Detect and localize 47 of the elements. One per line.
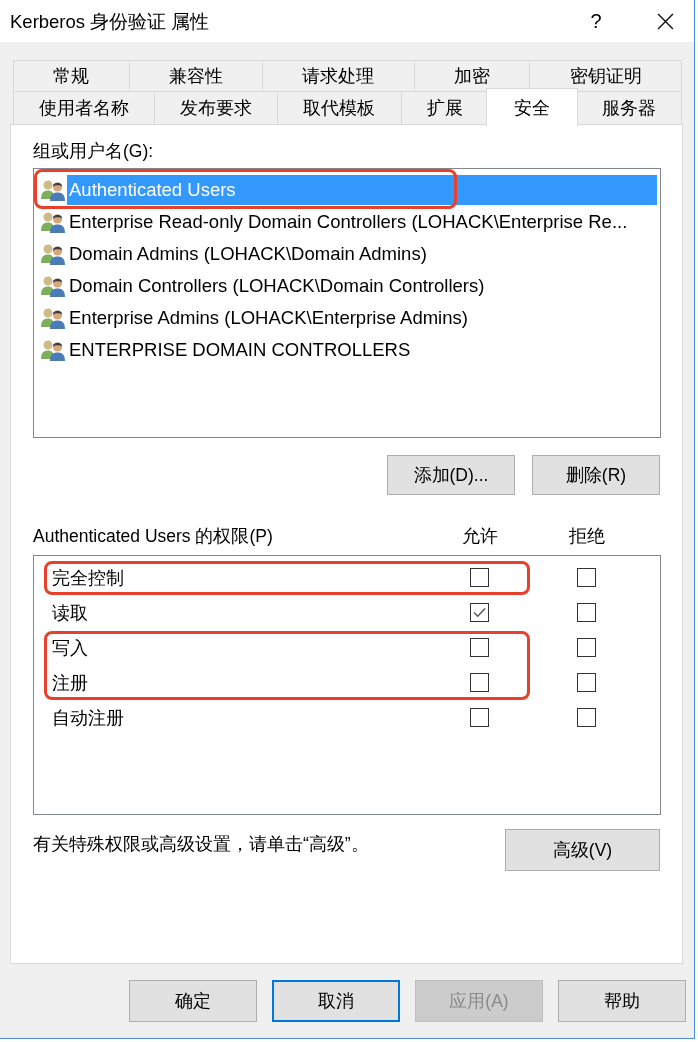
dialog-button[interactable]: 取消 — [272, 980, 400, 1022]
permissions-label: Authenticated Users 的权限(P) — [33, 525, 274, 547]
deny-checkbox[interactable] — [577, 568, 596, 587]
permission-name: 注册 — [51, 671, 88, 695]
allow-checkbox[interactable] — [470, 638, 489, 657]
group-list-item[interactable]: Enterprise Read-only Domain Controllers (LOHACK\Enterprise Re... — [34, 206, 657, 238]
group-list-label: 组或用户名(G): — [33, 140, 155, 162]
permission-name: 完全控制 — [51, 566, 124, 590]
dialog-button[interactable]: 帮助 — [558, 980, 686, 1022]
group-list-item[interactable]: Enterprise Admins (LOHACK\Enterprise Admins) — [34, 302, 657, 334]
group-list-item[interactable]: Domain Admins (LOHACK\Domain Admins) — [34, 238, 657, 270]
deny-checkbox[interactable] — [577, 673, 596, 692]
window-title: Kerberos 身份验证 属性 — [9, 9, 211, 34]
allow-checkbox[interactable] — [470, 568, 489, 587]
tab[interactable]: 请求处理 — [262, 60, 414, 92]
users-icon — [40, 243, 66, 265]
dialog-button[interactable]: 确定 — [129, 980, 257, 1022]
group-action-button[interactable]: 添加(D)... — [387, 455, 515, 495]
advanced-hint: 有关特殊权限或高级设置，请单击“高级”。 — [33, 833, 369, 856]
group-action-button[interactable]: 删除(R) — [532, 455, 660, 495]
users-icon — [40, 339, 66, 361]
permission-name: 自动注册 — [51, 706, 124, 730]
allow-checkbox[interactable] — [470, 708, 489, 727]
close-icon — [656, 12, 674, 30]
tab[interactable]: 安全 — [485, 88, 578, 126]
tab[interactable]: 密钥证明 — [529, 60, 682, 92]
column-header: 允许 — [461, 525, 498, 547]
users-icon — [40, 179, 66, 201]
users-icon — [40, 211, 66, 233]
advanced-button[interactable]: 高级(V) — [505, 829, 660, 871]
permission-name: 写入 — [51, 636, 88, 660]
users-icon — [40, 307, 66, 329]
help-button[interactable]: ? — [576, 1, 616, 41]
permission-name: 读取 — [51, 601, 88, 625]
group-list-item[interactable]: ENTERPRISE DOMAIN CONTROLLERS — [34, 334, 657, 366]
tab[interactable]: 兼容性 — [128, 60, 263, 92]
group-list-item[interactable]: Domain Controllers (LOHACK\Domain Controllers) — [34, 270, 657, 302]
column-header: 拒绝 — [568, 525, 605, 547]
checkmark-icon — [473, 607, 486, 618]
users-icon — [40, 275, 66, 297]
tab[interactable]: 加密 — [413, 60, 530, 92]
allow-checkbox[interactable] — [470, 673, 489, 692]
deny-checkbox[interactable] — [577, 708, 596, 727]
deny-checkbox[interactable] — [577, 603, 596, 622]
tab[interactable]: 常规 — [13, 60, 129, 92]
deny-checkbox[interactable] — [577, 638, 596, 657]
allow-checkbox[interactable] — [470, 603, 489, 622]
